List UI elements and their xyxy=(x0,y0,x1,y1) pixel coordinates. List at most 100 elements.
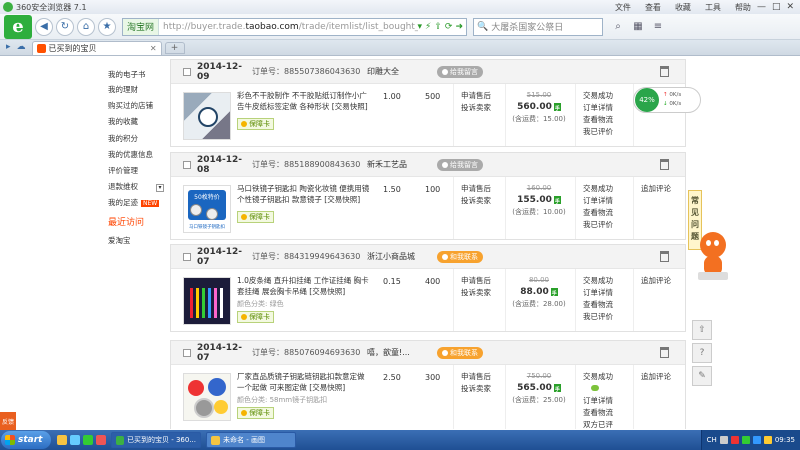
guarantee-badge[interactable]: 保障卡 xyxy=(237,211,274,223)
product-title[interactable]: 马口铁镜子钥匙扣 陶瓷化妆镜 便携用镜 个性镜子钥匙扣 款意镜子 [交易快照] xyxy=(237,183,371,205)
shop-name[interactable]: 新禾工艺品 xyxy=(367,159,437,170)
logistics-link[interactable]: 查看物流 xyxy=(583,114,613,126)
contact-seller-button[interactable]: 和我联系 xyxy=(437,250,483,263)
complain-link[interactable]: 投诉卖家 xyxy=(461,287,491,299)
order-details-link[interactable]: 订单详情 xyxy=(583,195,613,207)
menu-tools[interactable]: 工具 xyxy=(705,2,721,13)
help-icon[interactable]: ? xyxy=(692,343,712,363)
address-bar[interactable]: 淘宝网 http://buyer.trade.taobao.com/trade/… xyxy=(122,17,467,36)
product-thumbnail[interactable]: 50枚特价 马口铁镜子钥匙扣 xyxy=(183,185,231,233)
logistics-link[interactable]: 查看物流 xyxy=(583,207,613,219)
shop-name[interactable]: 嘻，歆童!... xyxy=(367,347,437,358)
order-checkbox[interactable] xyxy=(183,67,191,76)
after-sale-link[interactable]: 申请售后 xyxy=(461,371,491,383)
search-input[interactable]: 大屠杀国家公祭日 xyxy=(491,20,563,33)
guarantee-badge[interactable]: 保障卡 xyxy=(237,407,274,419)
trash-icon[interactable] xyxy=(660,347,669,358)
trash-icon[interactable] xyxy=(660,251,669,262)
folder-icon[interactable] xyxy=(57,435,67,445)
nav-coupons[interactable]: 我的优惠信息 xyxy=(108,149,153,160)
nav-ebooks[interactable]: 我的电子书 xyxy=(108,69,146,80)
maximize-button[interactable]: □ xyxy=(772,2,781,12)
complain-link[interactable]: 投诉卖家 xyxy=(461,383,491,395)
menu-icon[interactable]: ≡ xyxy=(651,20,665,34)
sidebar-toggle-icon[interactable]: ▸ xyxy=(6,42,11,52)
tray-icon[interactable] xyxy=(752,436,761,444)
product-title[interactable]: 彩色不干胶制作 不干胶贴纸订制作小广告牛皮纸标签定做 各种形状 [交易快照] xyxy=(237,90,371,112)
tray-icon[interactable] xyxy=(730,436,739,444)
contact-seller-button[interactable]: 给我留言 xyxy=(437,158,483,171)
nav-favorites[interactable]: 我的收藏 xyxy=(108,116,138,127)
grid-apps-icon[interactable]: ▦ xyxy=(631,20,645,34)
search-icon[interactable]: ⌕ xyxy=(611,20,625,34)
order-details-link[interactable]: 订单详情 xyxy=(583,287,613,299)
order-details-link[interactable]: 订单详情 xyxy=(583,395,613,407)
address-url[interactable]: http://buyer.trade.taobao.com/trade/item… xyxy=(159,22,417,32)
nav-refunds[interactable]: 退款维权 ▾ xyxy=(108,181,164,192)
wangwang-icon[interactable] xyxy=(583,383,613,395)
nav-ai-taobao[interactable]: 爱淘宝 xyxy=(108,235,131,246)
mascot-assistant-icon[interactable] xyxy=(698,232,728,282)
browser-icon[interactable] xyxy=(83,435,93,445)
product-thumbnail[interactable] xyxy=(183,92,231,140)
shop-name[interactable]: 浙江小商品城 xyxy=(367,251,437,262)
guarantee-badge[interactable]: 保障卡 xyxy=(237,118,274,130)
product-title[interactable]: 厂家直品质镜子钥匙链钥匙扣款意定做 一个起做 可来图定做 [交易快照] xyxy=(237,371,371,393)
nav-reviews[interactable]: 评价管理 xyxy=(108,165,138,176)
tab-bought-items[interactable]: 已买到的宝贝 ✕ xyxy=(31,41,162,55)
order-checkbox[interactable] xyxy=(183,160,191,169)
reload-icon[interactable]: ⟳ xyxy=(445,22,453,32)
product-thumbnail[interactable] xyxy=(183,373,231,421)
order-checkbox[interactable] xyxy=(183,348,191,357)
nav-shops[interactable]: 购买过的店铺 xyxy=(108,100,153,111)
task-paint[interactable]: 未命名 - 画图 xyxy=(206,432,296,448)
product-thumbnail[interactable] xyxy=(183,277,231,325)
append-review-link[interactable]: 追加评论 xyxy=(641,183,671,194)
back-button[interactable]: ◀ xyxy=(35,17,53,36)
trash-icon[interactable] xyxy=(660,159,669,170)
dropdown-icon[interactable]: ▾ xyxy=(418,22,423,32)
append-review-link[interactable]: 追加评论 xyxy=(641,371,671,382)
nav-footprints[interactable]: 我的足迹 NEW xyxy=(108,197,160,208)
cloud-icon[interactable]: ☁ xyxy=(17,42,26,52)
contact-seller-button[interactable]: 给我留言 xyxy=(437,65,483,78)
order-details-link[interactable]: 订单详情 xyxy=(583,102,613,114)
search-box[interactable]: 🔍 大屠杀国家公祭日 xyxy=(473,17,603,36)
menu-favorites[interactable]: 收藏 xyxy=(675,2,691,13)
contact-seller-button[interactable]: 和我联系 xyxy=(437,346,483,359)
home-button[interactable]: ⌂ xyxy=(77,17,95,36)
go-arrow-icon[interactable]: ➜ xyxy=(455,22,463,32)
guarantee-badge[interactable]: 保障卡 xyxy=(237,311,274,323)
tab-close-button[interactable]: ✕ xyxy=(150,44,157,53)
shop-name[interactable]: 印雕大全 xyxy=(367,66,437,77)
menu-view[interactable]: 查看 xyxy=(645,2,661,13)
complain-link[interactable]: 投诉卖家 xyxy=(461,102,491,114)
back-to-top-icon[interactable]: ⇧ xyxy=(692,320,712,340)
menu-file[interactable]: 文件 xyxy=(615,2,631,13)
search-engine-icon[interactable]: 🔍 xyxy=(477,22,488,32)
volume-icon[interactable] xyxy=(763,436,772,444)
after-sale-link[interactable]: 申请售后 xyxy=(461,275,491,287)
favorite-star-button[interactable]: ★ xyxy=(98,17,116,36)
trash-icon[interactable] xyxy=(660,66,669,77)
product-title[interactable]: 1.0皮条绳 直升扣挂绳 工作证挂绳 胸卡套挂绳 展会胸卡吊绳 [交易快照] xyxy=(237,275,371,297)
browser-home-logo[interactable]: e xyxy=(4,14,32,39)
tray-icon[interactable] xyxy=(741,436,750,444)
nav-points[interactable]: 我的积分 xyxy=(108,133,138,144)
close-window-button[interactable]: ✕ xyxy=(786,2,794,12)
address-site-tag[interactable]: 淘宝网 xyxy=(123,18,160,35)
after-sale-link[interactable]: 申请售后 xyxy=(461,90,491,102)
menu-help[interactable]: 帮助 xyxy=(735,2,751,13)
order-checkbox[interactable] xyxy=(183,252,191,261)
tray-icon[interactable] xyxy=(719,436,728,444)
app-icon[interactable] xyxy=(96,435,106,445)
nav-finance[interactable]: 我的理财 xyxy=(108,84,138,95)
logistics-link[interactable]: 查看物流 xyxy=(583,407,613,419)
network-speed-widget[interactable]: 42% ↑ 0K/s ↓ 0K/s xyxy=(633,87,701,113)
new-tab-button[interactable]: + xyxy=(164,42,185,54)
lightning-icon[interactable]: ⚡ xyxy=(425,22,431,32)
refunds-expand-icon[interactable]: ▾ xyxy=(156,184,164,192)
refresh-button[interactable]: ↻ xyxy=(56,17,74,36)
language-indicator[interactable]: CH xyxy=(707,436,717,444)
minimize-button[interactable]: — xyxy=(757,2,766,12)
